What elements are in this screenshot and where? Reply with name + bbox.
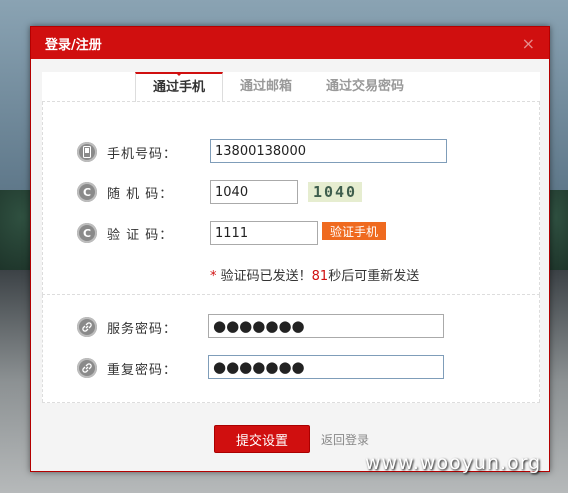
tab-phone[interactable]: 通过手机 (135, 72, 224, 102)
notice-text: 验证码已发送！ (216, 269, 312, 284)
password-section: 服务密码： 重复密码： (42, 295, 540, 402)
service-password-input[interactable] (208, 314, 444, 338)
phone-row: 手机号码： (77, 140, 177, 164)
back-to-login-link[interactable]: 返回登录 (321, 431, 369, 448)
tab-bar: 通过手机 通过邮箱 通过交易密码 (135, 72, 421, 102)
verify-code-label: 验 证 码： (107, 227, 174, 243)
dialog-body: 通过手机 通过邮箱 通过交易密码 手机号码： C 随 机 码： 1040 (42, 72, 540, 468)
dialog-title: 登录/注册 (45, 37, 102, 53)
tab-email[interactable]: 通过邮箱 (223, 72, 309, 102)
repeat-password-label: 重复密码： (107, 362, 178, 378)
watermark: www.wooyun.org (365, 452, 542, 474)
service-password-row: 服务密码： (77, 315, 177, 339)
repeat-password-row: 重复密码： (77, 356, 177, 380)
phone-input[interactable] (210, 139, 447, 163)
close-icon[interactable]: × (522, 34, 535, 53)
service-password-label: 服务密码： (107, 321, 178, 337)
verify-code-row: C 验 证 码： (77, 221, 173, 245)
login-register-dialog: 登录/注册 × 通过手机 通过邮箱 通过交易密码 手机号码： C 随 机 码： (30, 26, 550, 472)
sent-notice: * 验证码已发送！81秒后可重新发送 (210, 265, 419, 284)
link-icon (77, 317, 97, 337)
phone-icon (77, 142, 97, 162)
random-code-label: 随 机 码： (107, 186, 174, 202)
notice-suffix: 秒后可重新发送 (328, 269, 420, 284)
random-code-row: C 随 机 码： (77, 180, 173, 204)
c-icon: C (77, 223, 97, 243)
dialog-titlebar: 登录/注册 × (31, 27, 549, 59)
c-icon: C (77, 182, 97, 202)
phone-label: 手机号码： (107, 146, 178, 162)
captcha-image[interactable]: 1040 (308, 182, 362, 202)
verify-code-input[interactable] (210, 221, 318, 245)
repeat-password-input[interactable] (208, 355, 444, 379)
submit-settings-button[interactable]: 提交设置 (214, 425, 310, 453)
tab-trade-password[interactable]: 通过交易密码 (309, 72, 421, 102)
random-code-input[interactable] (210, 180, 298, 204)
verify-phone-button[interactable]: 验证手机 (322, 222, 387, 240)
verification-section: 手机号码： C 随 机 码： 1040 C 验 证 码： 验证手机 * 验证码已… (42, 102, 540, 295)
link-icon (77, 358, 97, 378)
countdown-seconds: 81 (311, 269, 329, 284)
